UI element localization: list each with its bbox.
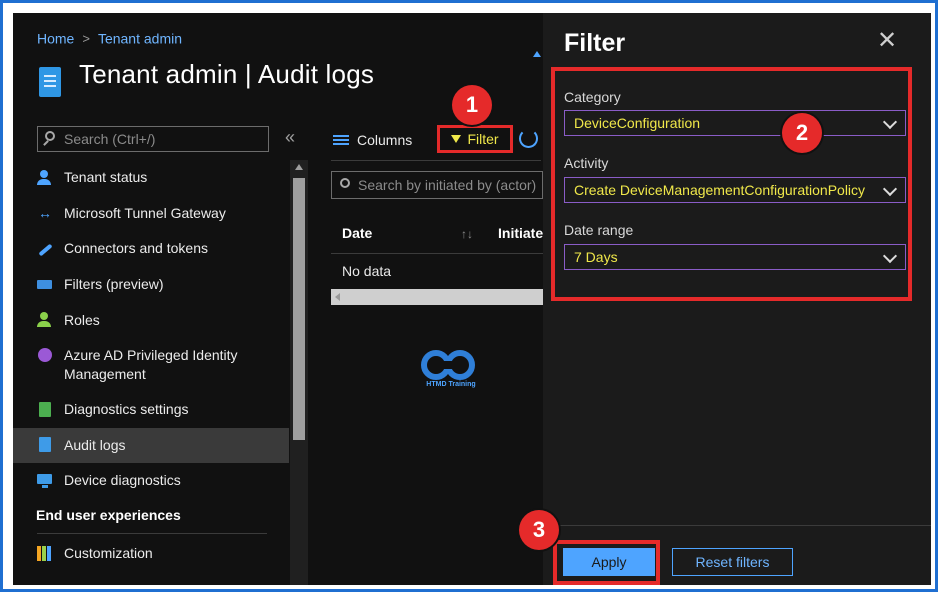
activity-select[interactable]: Create DeviceManagementConfigurationPoli… — [564, 177, 906, 203]
collapse-sidebar-button[interactable]: « — [285, 127, 295, 148]
tunnel-gateway-icon: ↔ — [38, 205, 52, 222]
category-value: DeviceConfiguration — [574, 115, 701, 131]
sidebar-item-connectors[interactable]: Connectors and tokens — [13, 231, 289, 267]
pim-icon — [37, 347, 53, 363]
breadcrumb-home[interactable]: Home — [37, 30, 74, 46]
actor-search-input[interactable]: Search by initiated by (actor) — [331, 171, 543, 199]
toolbar-divider — [331, 160, 541, 161]
reset-filters-button[interactable]: Reset filters — [672, 548, 793, 576]
chevron-down-icon — [882, 181, 898, 197]
columns-button[interactable]: Columns — [357, 132, 412, 148]
customization-icon — [37, 545, 53, 562]
footer-divider — [543, 525, 931, 526]
sidebar-item-diagnostics-settings[interactable]: Diagnostics settings — [13, 392, 289, 428]
category-select[interactable]: DeviceConfiguration — [564, 110, 906, 136]
refresh-icon[interactable] — [519, 129, 538, 148]
search-icon — [45, 131, 55, 141]
columns-icon — [333, 134, 349, 146]
watermark-text: HTMD Training — [426, 381, 476, 388]
filter-panel: Filter ✕ Category DeviceConfiguration Ac… — [543, 13, 931, 585]
column-header-date[interactable]: Date — [342, 225, 372, 241]
sidebar-search-input[interactable]: Search (Ctrl+/) — [37, 126, 269, 152]
funnel-icon — [451, 135, 462, 143]
header-divider — [331, 253, 543, 254]
filters-icon — [37, 277, 53, 293]
sidebar-item-label: Tenant status — [64, 169, 148, 186]
device-diagnostics-icon — [37, 473, 53, 489]
sidebar-item-label: Roles — [64, 311, 100, 328]
audit-logs-icon — [37, 437, 53, 453]
sidebar-item-label: Audit logs — [64, 436, 126, 453]
sidebar-item-filters[interactable]: Filters (preview) — [13, 267, 289, 303]
date-range-value: 7 Days — [574, 249, 618, 265]
scrollbar-thumb[interactable] — [293, 178, 305, 440]
sidebar-nav: Tenant status ↔ Microsoft Tunnel Gateway… — [13, 160, 289, 571]
sidebar-item-audit-logs[interactable]: Audit logs — [13, 427, 289, 464]
section-heading: End user experiences — [36, 506, 181, 523]
breadcrumb-separator: > — [82, 30, 90, 46]
horizontal-scrollbar[interactable] — [331, 289, 543, 305]
sidebar-item-customization[interactable]: Customization — [13, 536, 289, 572]
intune-portal: Home > Tenant admin Tenant admin | Audit l… — [13, 13, 931, 585]
sidebar-item-label: Filters (preview) — [64, 276, 164, 293]
connectors-icon — [37, 241, 53, 257]
filter-button[interactable]: Filter — [437, 125, 513, 153]
screenshot-frame: Home > Tenant admin Tenant admin | Audit l… — [0, 0, 938, 592]
apply-button[interactable]: Apply — [563, 548, 655, 576]
filter-label: Filter — [467, 131, 499, 147]
sidebar-item-tunnel-gateway[interactable]: ↔ Microsoft Tunnel Gateway — [13, 196, 289, 232]
activity-value: Create DeviceManagementConfigurationPoli… — [574, 182, 866, 198]
empty-state-text: No data — [342, 263, 392, 279]
close-icon[interactable]: ✕ — [877, 29, 897, 53]
actor-search-placeholder: Search by initiated by (actor) — [358, 177, 537, 193]
caret-icon — [533, 51, 541, 57]
scroll-up-icon[interactable] — [295, 164, 303, 170]
step-badge-2: 2 — [782, 113, 822, 153]
column-header-initiated[interactable]: Initiate — [498, 225, 543, 241]
search-icon — [340, 178, 350, 188]
sidebar-item-label: Device diagnostics — [64, 472, 181, 489]
roles-icon — [37, 312, 53, 328]
sidebar-scrollbar[interactable] — [290, 160, 308, 585]
step-badge-1: 1 — [452, 85, 492, 125]
chevron-down-icon — [882, 114, 898, 130]
sidebar-search-placeholder: Search (Ctrl+/) — [64, 131, 156, 147]
sidebar-item-label: Azure AD Privileged Identity Management — [64, 346, 238, 382]
chevron-down-icon — [882, 248, 898, 264]
page-title: Tenant admin | Audit logs — [79, 59, 375, 89]
sidebar-item-device-diagnostics[interactable]: Device diagnostics — [13, 463, 289, 499]
sidebar-item-label: Customization — [64, 545, 153, 562]
diagnostics-icon — [37, 401, 53, 418]
sidebar-item-pim[interactable]: Azure AD Privileged Identity Management — [13, 338, 289, 392]
sidebar-item-tenant-status[interactable]: Tenant status — [13, 160, 289, 196]
scroll-left-icon[interactable] — [335, 293, 340, 301]
sidebar-item-roles[interactable]: Roles — [13, 302, 289, 338]
sort-icon[interactable]: ↑↓ — [461, 227, 473, 241]
breadcrumb: Home > Tenant admin — [37, 29, 182, 46]
audit-log-title-icon — [39, 67, 61, 97]
filter-panel-title: Filter — [564, 29, 626, 57]
toolbar: Columns Filter — [333, 125, 538, 153]
sidebar-item-label: Microsoft Tunnel Gateway — [64, 204, 226, 221]
section-divider — [37, 532, 267, 534]
category-label: Category — [564, 89, 621, 105]
sidebar-item-label: Diagnostics settings — [64, 401, 189, 418]
htmd-logo-icon — [421, 350, 475, 380]
date-range-select[interactable]: 7 Days — [564, 244, 906, 270]
sidebar-item-label: Connectors and tokens — [64, 240, 208, 257]
tenant-status-icon — [37, 169, 53, 186]
date-range-label: Date range — [564, 222, 634, 238]
step-badge-3: 3 — [519, 510, 559, 550]
activity-label: Activity — [564, 155, 609, 171]
breadcrumb-tenant-admin[interactable]: Tenant admin — [98, 30, 182, 46]
